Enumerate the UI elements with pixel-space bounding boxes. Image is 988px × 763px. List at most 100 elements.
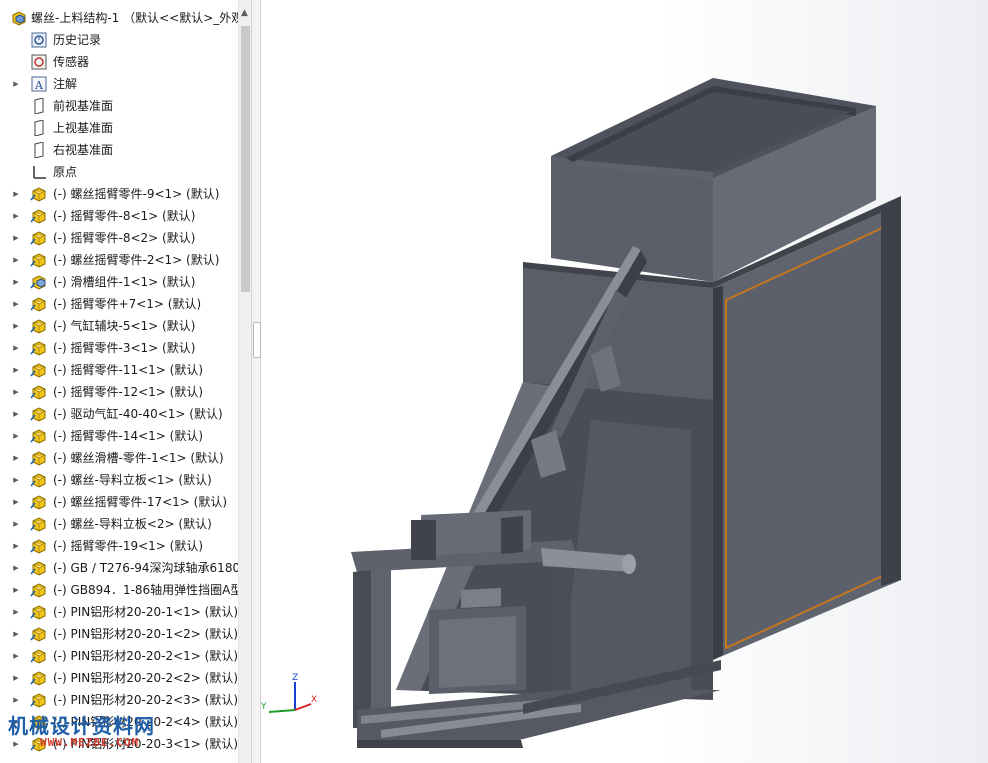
tree-item-label: 上视基准面: [53, 121, 114, 135]
tree-item[interactable]: ▶ (-) 螺丝-导料立板<1> (默认): [0, 469, 238, 491]
tree-item-label: (-) 摇臂零件-12<1> (默认): [53, 385, 204, 399]
annotation-icon: A: [30, 76, 48, 92]
expand-arrow-icon[interactable]: ▶: [11, 403, 21, 425]
expand-arrow-icon[interactable]: ▶: [11, 249, 21, 271]
tree-item[interactable]: 上视基准面: [0, 117, 238, 139]
tree-item[interactable]: ▶ (-) 螺丝滑槽-零件-1<1> (默认): [0, 447, 238, 469]
tree-item[interactable]: ▶ (-) 摇臂零件-11<1> (默认): [0, 359, 238, 381]
expand-arrow-icon[interactable]: ▶: [11, 293, 21, 315]
tree-item-label: (-) GB894．1-86轴用弹性挡圈A型: [53, 583, 238, 597]
part-icon: [30, 472, 48, 488]
part-icon: [30, 318, 48, 334]
part-icon: [30, 582, 48, 598]
part-icon: [30, 340, 48, 356]
sensor-icon: [30, 54, 48, 70]
expand-arrow-icon[interactable]: ▶: [11, 271, 21, 293]
scroll-up-arrow-icon[interactable]: ▲: [241, 9, 248, 18]
assembly-root-icon: [10, 10, 28, 26]
watermark-url: WWW.MEZBE.COM: [40, 736, 140, 749]
tree-item[interactable]: ▶ (-) 摇臂零件-12<1> (默认): [0, 381, 238, 403]
expand-arrow-icon[interactable]: ▶: [11, 491, 21, 513]
tree-item[interactable]: ▶ (-) PIN铝形材20-20-1<1> (默认): [0, 601, 238, 623]
tree-item-label: (-) 螺丝-导料立板<2> (默认): [53, 517, 212, 531]
tree-item[interactable]: ▶ (-) 驱动气缸-40-40<1> (默认): [0, 403, 238, 425]
panel-splitter[interactable]: [251, 0, 261, 763]
history-icon: [30, 32, 48, 48]
tree-item-label: (-) 摇臂零件-11<1> (默认): [53, 363, 204, 377]
tree-item[interactable]: ▶ (-) 气缸辅块-5<1> (默认): [0, 315, 238, 337]
tree-item[interactable]: ▶ (-) 摇臂零件-8<1> (默认): [0, 205, 238, 227]
expand-arrow-icon[interactable]: ▶: [11, 381, 21, 403]
tree-item[interactable]: ▶ (-) 螺丝-导料立板<2> (默认): [0, 513, 238, 535]
tree-item[interactable]: ▶ (-) GB894．1-86轴用弹性挡圈A型: [0, 579, 238, 601]
expand-arrow-icon[interactable]: ▶: [11, 205, 21, 227]
expand-arrow-icon[interactable]: ▶: [11, 227, 21, 249]
part-icon: [30, 626, 48, 642]
tree-item[interactable]: ▶ (-) 摇臂零件-3<1> (默认): [0, 337, 238, 359]
tree-item-label: 右视基准面: [53, 143, 114, 157]
part-icon: [30, 538, 48, 554]
feature-manager-tree: 螺丝-上料结构-1 （默认<<默认>_外观 历史记录 传感器 ▶ A 注解 前视基准面 上视基…: [0, 0, 238, 763]
origin-icon: [30, 164, 48, 180]
expand-arrow-icon[interactable]: ▶: [11, 623, 21, 645]
tree-item[interactable]: ▶ (-) 摇臂零件+7<1> (默认): [0, 293, 238, 315]
expand-arrow-icon[interactable]: ▶: [11, 183, 21, 205]
plane-icon: [30, 119, 48, 137]
expand-arrow-icon[interactable]: ▶: [11, 601, 21, 623]
tree-item[interactable]: ▶ (-) 螺丝摇臂零件-9<1> (默认): [0, 183, 238, 205]
tree-item-label: (-) 螺丝摇臂零件-2<1> (默认): [53, 253, 220, 267]
assembly-model[interactable]: [261, 0, 988, 763]
part-icon: [30, 230, 48, 246]
tree-item-label: (-) 摇臂零件-8<1> (默认): [53, 209, 196, 223]
expand-arrow-icon[interactable]: ▶: [11, 447, 21, 469]
tree-item[interactable]: ▶ (-) 摇臂零件-8<2> (默认): [0, 227, 238, 249]
expand-arrow-icon[interactable]: ▶: [11, 513, 21, 535]
expand-arrow-icon[interactable]: ▶: [11, 337, 21, 359]
tree-scrollbar[interactable]: ▲: [238, 0, 252, 763]
part-icon: [30, 296, 48, 312]
x-axis-label: X: [311, 695, 317, 705]
tree-item[interactable]: 原点: [0, 161, 238, 183]
expand-arrow-icon[interactable]: ▶: [11, 469, 21, 491]
tree-item[interactable]: 右视基准面: [0, 139, 238, 161]
expand-arrow-icon[interactable]: ▶: [11, 315, 21, 337]
scrollbar-thumb[interactable]: [241, 26, 250, 292]
tree-item-label: 传感器: [53, 55, 90, 69]
tree-item[interactable]: ▶ (-) 滑槽组件-1<1> (默认): [0, 271, 238, 293]
tree-item[interactable]: ▶ (-) PIN铝形材20-20-2<2> (默认): [0, 667, 238, 689]
tree-item[interactable]: ▶ (-) 螺丝摇臂零件-2<1> (默认): [0, 249, 238, 271]
graphics-viewport[interactable]: Z Y X: [261, 0, 988, 763]
tree-item[interactable]: 前视基准面: [0, 95, 238, 117]
expand-arrow-icon[interactable]: ▶: [11, 667, 21, 689]
expand-arrow-icon[interactable]: ▶: [11, 579, 21, 601]
tree-item[interactable]: ▶ (-) PIN铝形材20-20-2<1> (默认): [0, 645, 238, 667]
tree-item[interactable]: ▶ (-) PIN铝形材20-20-1<2> (默认): [0, 623, 238, 645]
tree-item[interactable]: 历史记录: [0, 29, 238, 51]
x-axis-line: [294, 703, 312, 711]
expand-arrow-icon[interactable]: ▶: [11, 359, 21, 381]
tree-item[interactable]: ▶ (-) 摇臂零件-19<1> (默认): [0, 535, 238, 557]
part-icon: [30, 428, 48, 444]
splitter-grip[interactable]: [253, 322, 261, 358]
tree-item[interactable]: ▶ (-) GB / T276-94深沟球轴承6180: [0, 557, 238, 579]
part-icon: [30, 384, 48, 400]
tree-item[interactable]: ▶ (-) 摇臂零件-14<1> (默认): [0, 425, 238, 447]
tree-item-label: (-) 摇臂零件-14<1> (默认): [53, 429, 204, 443]
tree-item-label: (-) 驱动气缸-40-40<1> (默认): [53, 407, 223, 421]
y-axis-label: Y: [261, 702, 267, 712]
tree-item[interactable]: ▶ A 注解: [0, 73, 238, 95]
tree-item-label: (-) 滑槽组件-1<1> (默认): [53, 275, 196, 289]
expand-arrow-icon[interactable]: ▶: [11, 425, 21, 447]
tree-item-label: (-) 摇臂零件+7<1> (默认): [53, 297, 202, 311]
expand-arrow-icon[interactable]: ▶: [11, 535, 21, 557]
part-icon: [30, 670, 48, 686]
tree-item[interactable]: 传感器: [0, 51, 238, 73]
expand-arrow-icon[interactable]: ▶: [11, 645, 21, 667]
tree-item[interactable]: ▶ (-) 螺丝摇臂零件-17<1> (默认): [0, 491, 238, 513]
plane-icon: [30, 141, 48, 159]
tree-item-label: (-) 摇臂零件-19<1> (默认): [53, 539, 204, 553]
expand-arrow-icon[interactable]: ▶: [11, 73, 21, 95]
tree-root-assembly[interactable]: 螺丝-上料结构-1 （默认<<默认>_外观: [0, 7, 238, 29]
expand-arrow-icon[interactable]: ▶: [11, 557, 21, 579]
tree-item-label: (-) 螺丝摇臂零件-9<1> (默认): [53, 187, 220, 201]
